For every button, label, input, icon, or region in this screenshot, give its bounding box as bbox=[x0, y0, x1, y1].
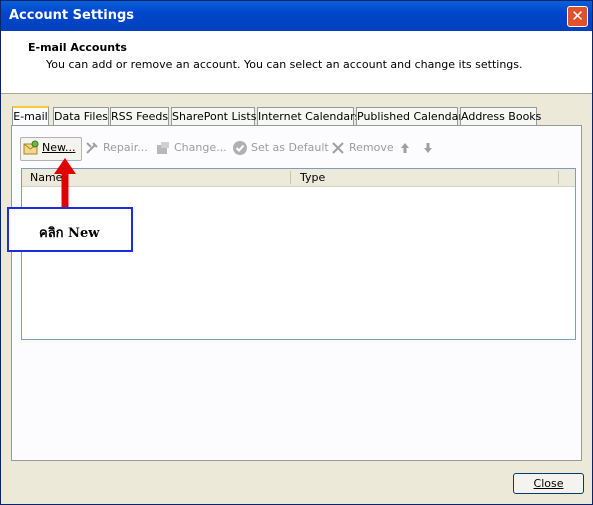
new-button-label: New... bbox=[42, 141, 76, 154]
close-button-label: Close bbox=[533, 477, 564, 490]
column-separator[interactable] bbox=[558, 171, 559, 184]
list-header: Name Type bbox=[22, 169, 575, 187]
new-account-icon bbox=[23, 140, 39, 155]
set-default-button[interactable]: Set as Default bbox=[232, 138, 329, 158]
header-panel: E-mail Accounts You can add or remove an… bbox=[1, 31, 592, 94]
move-up-button[interactable] bbox=[397, 138, 416, 158]
email-tab-panel: New... Repair... Change... Set as Defaul… bbox=[11, 125, 582, 461]
change-button[interactable]: Change... bbox=[155, 138, 227, 158]
arrow-down-icon bbox=[424, 143, 432, 153]
change-icon bbox=[157, 142, 169, 154]
move-down-button[interactable] bbox=[420, 138, 439, 158]
tab-internet-calendars[interactable]: Internet Calendars bbox=[257, 107, 360, 125]
repair-button-label: Repair... bbox=[103, 141, 148, 154]
header-subtitle: You can add or remove an account. You ca… bbox=[46, 58, 523, 71]
remove-button[interactable]: Remove bbox=[330, 138, 394, 158]
tab-address-books[interactable]: Address Books bbox=[460, 107, 541, 125]
tab-published-calendars[interactable]: Published Calendars bbox=[356, 107, 469, 125]
remove-x-icon bbox=[332, 142, 344, 154]
tab-data-files[interactable]: Data Files bbox=[53, 107, 109, 125]
repair-icon bbox=[86, 142, 98, 154]
column-type-header[interactable]: Type bbox=[300, 171, 325, 184]
annotation-callout: คลิก New bbox=[7, 207, 133, 252]
arrow-up-icon bbox=[401, 143, 409, 153]
close-button[interactable]: Close bbox=[513, 473, 584, 494]
close-icon[interactable]: ✕ bbox=[567, 6, 588, 27]
column-separator[interactable] bbox=[290, 171, 291, 184]
tab-email[interactable]: E-mail bbox=[12, 106, 49, 127]
remove-button-label: Remove bbox=[349, 141, 394, 154]
account-settings-dialog: Account Settings ✕ E-mail Accounts You c… bbox=[0, 0, 593, 505]
repair-button[interactable]: Repair... bbox=[84, 138, 148, 158]
change-button-label: Change... bbox=[174, 141, 227, 154]
set-default-button-label: Set as Default bbox=[251, 141, 329, 154]
checkmark-icon bbox=[233, 141, 247, 155]
red-arrow-icon bbox=[54, 158, 76, 210]
annotation-text: คลิก New bbox=[39, 226, 100, 241]
header-title: E-mail Accounts bbox=[28, 41, 127, 54]
tab-rss-feeds[interactable]: RSS Feeds bbox=[110, 107, 169, 125]
window-title: Account Settings bbox=[9, 8, 135, 23]
account-list[interactable]: Name Type bbox=[21, 168, 576, 340]
tab-sharepoint-lists[interactable]: SharePont Lists bbox=[171, 107, 256, 125]
title-bar: Account Settings ✕ bbox=[1, 1, 592, 31]
